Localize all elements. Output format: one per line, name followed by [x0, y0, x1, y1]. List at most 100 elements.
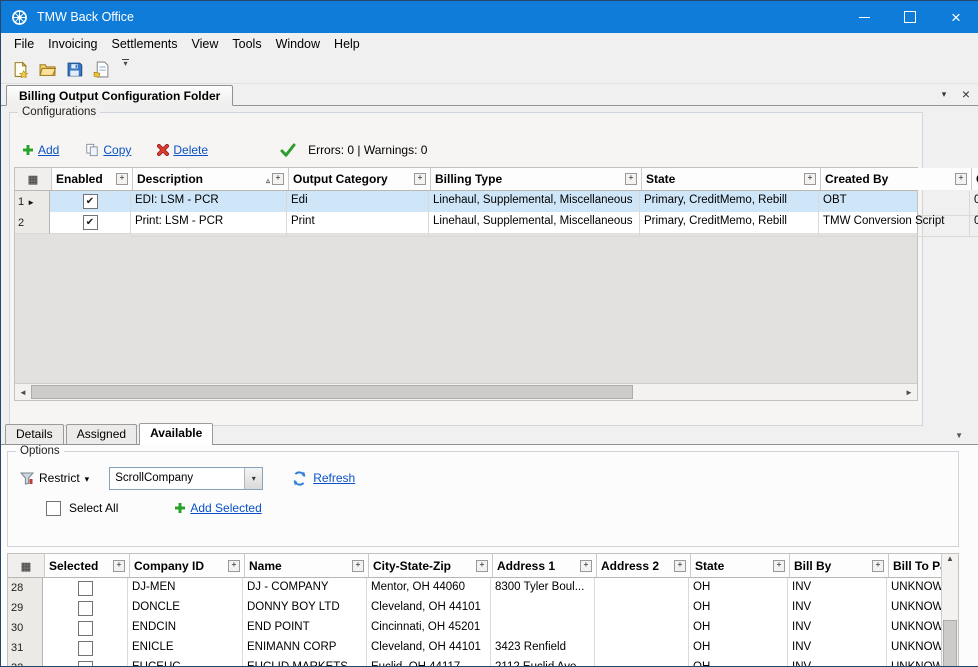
selected-checkbox[interactable] — [78, 621, 93, 636]
column-header-name[interactable]: Name — [245, 554, 369, 577]
column-header-state[interactable]: State — [642, 168, 821, 190]
pin-icon[interactable] — [272, 173, 284, 185]
table-row[interactable]: 31 ENICLE ENIMANN CORP Cleveland, OH 441… — [8, 638, 942, 658]
pin-icon[interactable] — [625, 173, 637, 185]
column-header-address-1[interactable]: Address 1 — [493, 554, 597, 577]
table-row[interactable]: 30 ENDCIN END POINT Cincinnati, OH 45201… — [8, 618, 942, 638]
maximize-icon — [904, 11, 916, 23]
tab-assigned[interactable]: Assigned — [66, 424, 137, 444]
cell-name: EUCLID MARKETS — [243, 658, 367, 667]
column-header-description[interactable]: Description — [133, 168, 289, 190]
row-selector[interactable]: 30 — [8, 618, 43, 639]
pin-icon[interactable] — [804, 173, 816, 185]
open-folder-icon[interactable] — [39, 61, 56, 78]
row-selector-header[interactable] — [8, 554, 45, 577]
scrollbar-track[interactable] — [942, 563, 958, 667]
row-selector-header[interactable] — [15, 168, 52, 190]
pin-icon[interactable] — [872, 560, 884, 572]
menu-window[interactable]: Window — [269, 35, 327, 53]
column-header-created[interactable]: Cr — [972, 168, 978, 190]
pin-icon[interactable] — [773, 560, 785, 572]
pin-icon[interactable] — [476, 560, 488, 572]
vertical-scrollbar[interactable] — [941, 554, 958, 667]
cell-created: 01/ — [970, 212, 978, 237]
enabled-checkbox[interactable]: ✔ — [83, 215, 98, 230]
scroll-right-button[interactable] — [901, 384, 917, 400]
row-number: 1 — [18, 196, 24, 208]
combobox-dropdown-button[interactable] — [244, 468, 262, 489]
close-button[interactable] — [933, 1, 978, 33]
column-header-bill-by[interactable]: Bill By — [790, 554, 889, 577]
add-button[interactable]: Add — [22, 143, 59, 157]
column-header-created-by[interactable]: Created By — [821, 168, 972, 190]
selected-checkbox[interactable] — [78, 661, 93, 667]
pin-icon[interactable] — [955, 173, 967, 185]
column-header-enabled[interactable]: Enabled — [52, 168, 133, 190]
minimize-button[interactable] — [841, 1, 887, 33]
tab-billing-output-configuration-folder[interactable]: Billing Output Configuration Folder — [6, 85, 233, 106]
refresh-button[interactable]: Refresh — [291, 470, 355, 487]
menu-invoicing[interactable]: Invoicing — [41, 35, 104, 53]
column-header-output-category[interactable]: Output Category — [289, 168, 431, 190]
options-group: Options Restrict ScrollCompany — [7, 451, 959, 547]
company-scroll-combobox[interactable]: ScrollCompany — [109, 467, 263, 490]
column-header-state[interactable]: State — [691, 554, 790, 577]
column-header-address-2[interactable]: Address 2 — [597, 554, 691, 577]
enabled-checkbox[interactable]: ✔ — [83, 194, 98, 209]
table-row[interactable]: 1 ✔ EDI: LSM - PCR Edi Linehaul, Supplem… — [15, 191, 917, 212]
column-header-billing-type[interactable]: Billing Type — [431, 168, 642, 190]
row-selector[interactable]: 28 — [8, 578, 43, 599]
table-row[interactable]: 28 DJ-MEN DJ - COMPANY Mentor, OH 44060 … — [8, 578, 942, 598]
save-icon[interactable] — [66, 61, 83, 78]
row-selector[interactable]: 2 — [15, 212, 50, 234]
pin-icon[interactable] — [580, 560, 592, 572]
horizontal-scrollbar[interactable] — [15, 383, 917, 400]
detail-scroll-down-button[interactable] — [955, 427, 963, 441]
pin-icon[interactable] — [113, 560, 125, 572]
tab-details[interactable]: Details — [5, 424, 64, 444]
table-row[interactable]: 32 EUCEUC EUCLID MARKETS Euclid, OH 4411… — [8, 658, 942, 667]
select-all-checkbox[interactable] — [46, 501, 61, 516]
selected-checkbox[interactable] — [78, 641, 93, 656]
row-selector[interactable]: 29 — [8, 598, 43, 619]
column-header-company-id[interactable]: Company ID — [130, 554, 245, 577]
scrollbar-track[interactable] — [31, 384, 901, 400]
tab-close-button[interactable] — [959, 87, 973, 101]
pin-icon[interactable] — [414, 173, 426, 185]
scroll-up-button[interactable] — [942, 554, 958, 563]
scrollbar-thumb[interactable] — [31, 385, 633, 399]
selected-checkbox[interactable] — [78, 581, 93, 596]
copy-button[interactable]: Copy — [85, 143, 131, 157]
column-header-selected[interactable]: Selected — [45, 554, 130, 577]
toolbar-overflow-button[interactable] — [122, 51, 129, 87]
pin-icon[interactable] — [352, 560, 364, 572]
tab-list-dropdown-button[interactable] — [937, 87, 951, 101]
table-row[interactable]: 2 ✔ Print: LSM - PCR Print Linehaul, Sup… — [15, 212, 917, 233]
pin-icon[interactable] — [228, 560, 240, 572]
detail-tab-strip: Details Assigned Available — [1, 422, 978, 445]
selected-checkbox[interactable] — [78, 601, 93, 616]
add-selected-button[interactable]: Add Selected — [174, 501, 261, 515]
row-selector[interactable]: 32 — [8, 658, 43, 667]
row-selector[interactable]: 31 — [8, 638, 43, 659]
cell-bill-by: INV — [788, 658, 887, 667]
row-selector[interactable]: 1 — [15, 191, 50, 213]
maximize-button[interactable] — [887, 1, 933, 33]
delete-button[interactable]: Delete — [157, 143, 208, 157]
column-header-bill-to-parent[interactable]: Bill To Parent — [889, 554, 942, 577]
scrollbar-thumb[interactable] — [943, 620, 957, 667]
scroll-left-button[interactable] — [15, 384, 31, 400]
pin-icon[interactable] — [116, 173, 128, 185]
edit-document-icon[interactable] — [93, 61, 110, 78]
table-row[interactable]: 29 DONCLE DONNY BOY LTD Cleveland, OH 44… — [8, 598, 942, 618]
menu-view[interactable]: View — [185, 35, 226, 53]
menu-file[interactable]: File — [7, 35, 41, 53]
new-document-icon[interactable] — [12, 61, 29, 78]
column-header-city-state-zip[interactable]: City-State-Zip — [369, 554, 493, 577]
tab-available[interactable]: Available — [139, 423, 213, 445]
menu-settlements[interactable]: Settlements — [105, 35, 185, 53]
pin-icon[interactable] — [674, 560, 686, 572]
restrict-dropdown[interactable]: Restrict — [20, 471, 89, 485]
menu-help[interactable]: Help — [327, 35, 367, 53]
menu-tools[interactable]: Tools — [225, 35, 268, 53]
